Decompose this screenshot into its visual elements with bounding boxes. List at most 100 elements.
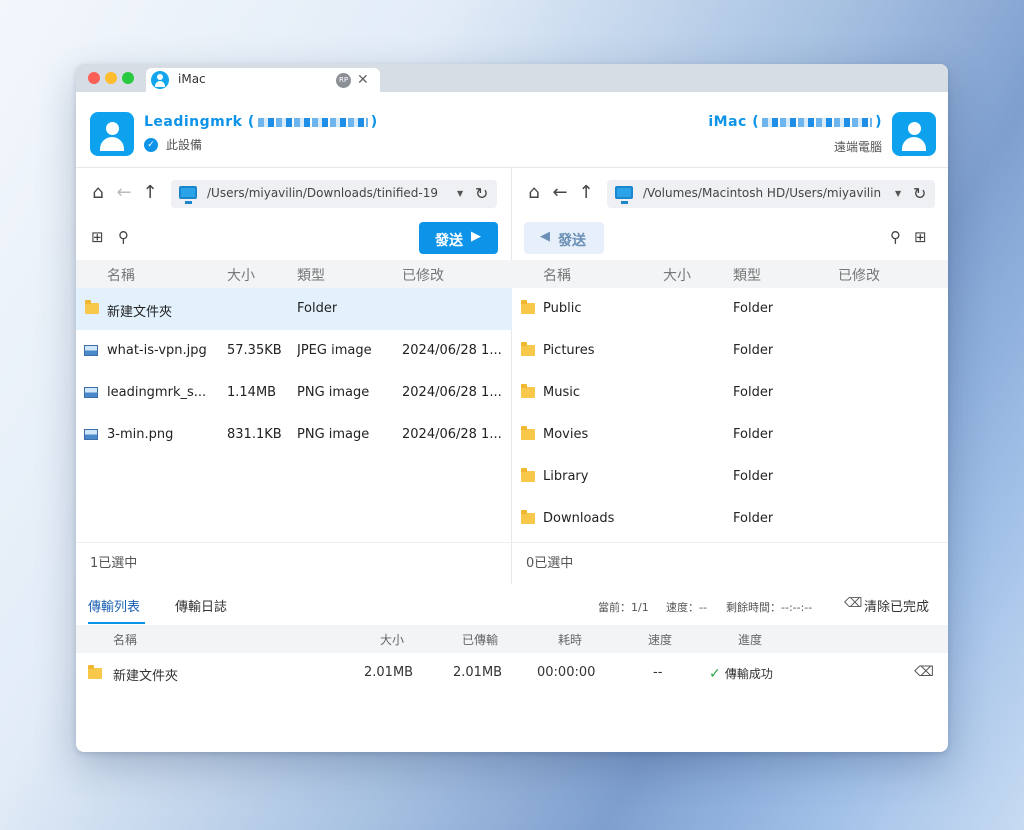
- new-folder-icon[interactable]: ⊞: [91, 228, 104, 246]
- folder-icon: [521, 510, 535, 524]
- folder-icon: [521, 300, 535, 314]
- new-folder-icon[interactable]: ⊞: [914, 228, 927, 246]
- close-window-button[interactable]: [88, 72, 100, 84]
- up-arrow-icon[interactable]: ↑: [139, 182, 161, 204]
- send-arrow-icon: ▶: [471, 229, 481, 244]
- local-path-text: /Users/miyavilin/Downloads/tinified-19: [207, 186, 438, 200]
- chevron-down-icon[interactable]: ▼: [895, 189, 901, 198]
- local-device-name: Leadingmrk (): [144, 114, 378, 130]
- back-arrow-icon[interactable]: ←: [113, 182, 135, 204]
- local-device-subtitle: 此設備: [166, 138, 203, 152]
- col-type[interactable]: 類型: [733, 265, 761, 285]
- back-arrow-icon[interactable]: ←: [549, 182, 571, 204]
- list-item[interactable]: Library Folder: [512, 456, 948, 498]
- local-pane: ⌂ ← ↑ /Users/miyavilin/Downloads/tinifie…: [76, 168, 512, 584]
- user-icon: [151, 71, 169, 89]
- list-item[interactable]: Public Folder: [512, 288, 948, 330]
- image-file-icon: [84, 345, 98, 356]
- tab-transfer-list[interactable]: 傳輸列表: [88, 596, 140, 615]
- local-user-avatar: [90, 112, 134, 156]
- col-size[interactable]: 大小: [663, 265, 691, 285]
- home-icon[interactable]: ⌂: [87, 182, 109, 204]
- list-item[interactable]: Downloads Folder: [512, 498, 948, 540]
- transfer-row[interactable]: 新建文件夾 2.01MB 2.01MB 00:00:00 -- ✓ 傳輸成功 ⌫: [76, 653, 948, 693]
- transfer-table-header: 名稱 大小 已傳輸 耗時 速度 進度: [76, 625, 948, 653]
- remote-device-name: iMac (): [708, 114, 882, 130]
- col-modified[interactable]: 已修改: [838, 265, 880, 285]
- masked-id: [762, 117, 873, 127]
- transfer-remaining: 剩餘時間：--:--:--: [726, 601, 813, 614]
- tab-imac[interactable]: iMac RP ✕: [146, 68, 380, 92]
- title-bar: iMac RP ✕: [76, 64, 948, 92]
- send-back-arrow-icon: ◀: [540, 229, 550, 244]
- device-header: Leadingmrk () ✓ 此設備 iMac () 遠端電腦: [76, 92, 948, 168]
- check-icon: ✓: [144, 138, 158, 152]
- clear-completed-button[interactable]: 清除已完成: [864, 596, 929, 615]
- remote-selection-status: 0已選中: [526, 556, 574, 571]
- col-transferred[interactable]: 已傳輸: [462, 631, 498, 648]
- list-item[interactable]: leadingmrk_s... 1.14MB PNG image 2024/06…: [76, 372, 512, 414]
- col-name[interactable]: 名稱: [113, 631, 137, 648]
- remote-table-header: 名稱 大小 類型 已修改: [512, 260, 948, 288]
- tab-title: iMac: [178, 72, 206, 86]
- remote-toolbar: ◀ 發送 ⚲ ⊞: [512, 220, 948, 254]
- list-item[interactable]: 3-min.png 831.1KB PNG image 2024/06/28 1…: [76, 414, 512, 456]
- refresh-icon[interactable]: ↻: [475, 184, 488, 203]
- remote-device-subtitle: 遠端電腦: [833, 140, 882, 154]
- transfer-current: 當前：1/1: [598, 601, 649, 614]
- folder-icon: [521, 342, 535, 356]
- col-name[interactable]: 名稱: [107, 265, 135, 285]
- folder-icon: [85, 300, 99, 314]
- folder-icon: [521, 468, 535, 482]
- tab-transfer-log[interactable]: 傳輸日誌: [175, 596, 227, 615]
- remote-user-avatar: [892, 112, 936, 156]
- col-size[interactable]: 大小: [227, 265, 255, 285]
- local-selection-status: 1已選中: [90, 556, 138, 571]
- list-item[interactable]: what-is-vpn.jpg 57.35KB JPEG image 2024/…: [76, 330, 512, 372]
- search-icon[interactable]: ⚲: [118, 228, 129, 246]
- col-progress[interactable]: 進度: [738, 631, 762, 648]
- refresh-icon[interactable]: ↻: [913, 184, 926, 203]
- app-window: iMac RP ✕ Leadingmrk () ✓ 此設備 iMac () 遠端…: [76, 64, 948, 752]
- folder-icon: [521, 384, 535, 398]
- col-modified[interactable]: 已修改: [402, 265, 444, 285]
- masked-id: [257, 117, 368, 127]
- list-item[interactable]: Music Folder: [512, 372, 948, 414]
- active-tab-indicator: [88, 622, 145, 624]
- list-item[interactable]: Pictures Folder: [512, 330, 948, 372]
- send-back-button[interactable]: ◀ 發送: [524, 222, 604, 254]
- local-path-field[interactable]: /Users/miyavilin/Downloads/tinified-19 ▼…: [171, 180, 497, 208]
- transfer-tabs: 傳輸列表 傳輸日誌 當前：1/1 速度：-- 剩餘時間：--:--:-- ⌫ 清…: [76, 594, 948, 624]
- search-icon[interactable]: ⚲: [890, 228, 901, 246]
- rp-badge: RP: [336, 73, 351, 88]
- remote-pane: ⌂ ← ↑ /Volumes/Macintosh HD/Users/miyavi…: [512, 168, 948, 584]
- eraser-icon[interactable]: ⌫: [844, 596, 862, 611]
- home-icon[interactable]: ⌂: [523, 182, 545, 204]
- up-arrow-icon[interactable]: ↑: [575, 182, 597, 204]
- col-elapsed[interactable]: 耗時: [558, 631, 582, 648]
- eraser-icon[interactable]: ⌫: [914, 664, 934, 680]
- col-speed[interactable]: 速度: [648, 631, 672, 648]
- check-icon: ✓: [709, 666, 721, 682]
- minimize-window-button[interactable]: [105, 72, 117, 84]
- col-name[interactable]: 名稱: [543, 265, 571, 285]
- monitor-icon: [615, 186, 633, 204]
- col-size[interactable]: 大小: [380, 631, 404, 648]
- chevron-down-icon[interactable]: ▼: [457, 189, 463, 198]
- folder-icon: [521, 426, 535, 440]
- local-table-header: 名稱 大小 類型 已修改: [76, 260, 512, 288]
- image-file-icon: [84, 429, 98, 440]
- list-item[interactable]: Movies Folder: [512, 414, 948, 456]
- close-tab-icon[interactable]: ✕: [357, 71, 369, 89]
- local-toolbar: ⊞ ⚲ 發送 ▶: [76, 220, 512, 254]
- list-item[interactable]: 新建文件夾 Folder: [76, 288, 512, 330]
- send-button[interactable]: 發送 ▶: [419, 222, 498, 254]
- divider: [76, 542, 948, 543]
- local-navbar: ⌂ ← ↑ /Users/miyavilin/Downloads/tinifie…: [76, 178, 512, 208]
- maximize-window-button[interactable]: [122, 72, 134, 84]
- col-type[interactable]: 類型: [297, 265, 325, 285]
- image-file-icon: [84, 387, 98, 398]
- remote-file-list: Public Folder Pictures Folder Music Fold…: [512, 288, 948, 540]
- remote-navbar: ⌂ ← ↑ /Volumes/Macintosh HD/Users/miyavi…: [512, 178, 948, 208]
- remote-path-field[interactable]: /Volumes/Macintosh HD/Users/miyavilin ▼ …: [607, 180, 935, 208]
